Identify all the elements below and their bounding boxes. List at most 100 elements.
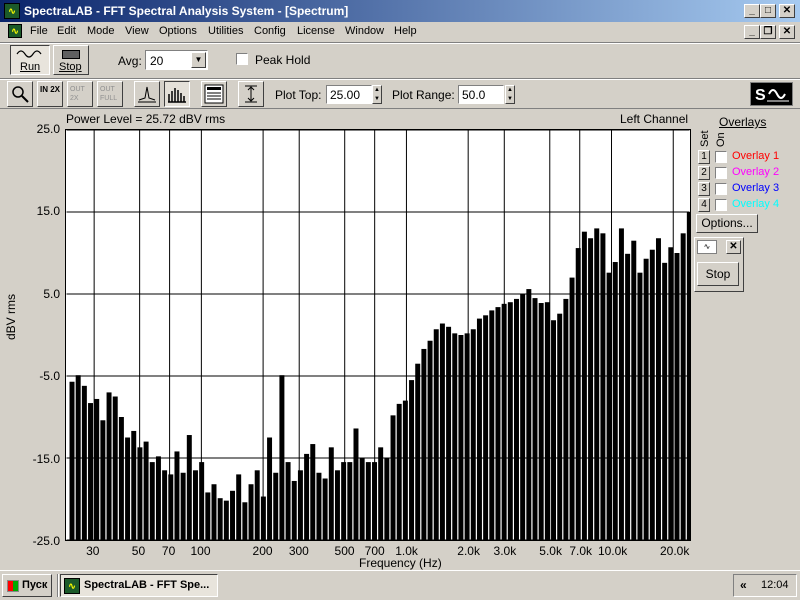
plot-range-label: Plot Range: xyxy=(392,88,455,102)
overlay-set-button[interactable]: 3 xyxy=(698,182,710,196)
zoom-full-button[interactable]: OUT FULL xyxy=(97,81,123,107)
divider xyxy=(0,108,800,109)
y-tick-label: -5.0 xyxy=(39,369,60,384)
spectrum-bar xyxy=(69,381,75,540)
run-button[interactable]: Run xyxy=(10,45,50,75)
line-plot-button[interactable] xyxy=(134,81,160,107)
menu-view[interactable]: View xyxy=(125,25,149,37)
spectrum-bar xyxy=(143,441,149,540)
menu-edit[interactable]: Edit xyxy=(57,25,76,37)
menu-options[interactable]: Options xyxy=(159,25,197,37)
spectrum-bar xyxy=(131,430,137,540)
y-tick-label: 5.0 xyxy=(43,286,60,301)
peak-hold-label: Peak Hold xyxy=(255,53,311,67)
spectrum-bar xyxy=(390,415,396,540)
mdi-close-icon[interactable]: ✕ xyxy=(779,25,795,39)
overlays-title: Overlays xyxy=(719,115,767,129)
spectrum-bar xyxy=(501,303,507,540)
mdi-restore-icon[interactable]: ❐ xyxy=(760,25,776,39)
plot-top-spinner[interactable]: ▲ ▼ xyxy=(372,85,382,104)
plot-top-input[interactable]: 25.00 xyxy=(326,85,372,104)
mini-stop-button[interactable]: Stop xyxy=(697,262,739,286)
display-settings-button[interactable] xyxy=(201,81,227,107)
menu-mode[interactable]: Mode xyxy=(87,25,115,37)
overlay-options-button[interactable]: Options... xyxy=(696,214,758,233)
spectrum-bar xyxy=(359,458,365,540)
zoom-in-2x-button[interactable]: IN 2X xyxy=(37,81,63,107)
taskbar-task-spectralab[interactable]: ∿ SpectraLAB - FFT Spe... xyxy=(60,574,218,597)
zoom-out-2x-button[interactable]: OUT 2X xyxy=(67,81,93,107)
channel-label: Left Channel xyxy=(620,112,689,126)
x-tick-label: 3.0k xyxy=(493,544,517,558)
spectrum-bar xyxy=(328,447,334,540)
spectrum-bars xyxy=(69,212,690,540)
peak-hold-checkbox[interactable] xyxy=(236,53,248,65)
overlay-on-checkbox[interactable] xyxy=(715,183,727,195)
zoom-tool-button[interactable] xyxy=(7,81,33,107)
windows-logo-icon xyxy=(7,580,19,592)
close-icon[interactable]: ✕ xyxy=(779,4,795,18)
spectrum-bar xyxy=(149,462,155,540)
minimize-icon[interactable]: _ xyxy=(744,4,760,18)
mdi-minimize-icon[interactable]: _ xyxy=(744,25,760,39)
x-tick-label: 300 xyxy=(288,544,309,558)
spectrum-bar xyxy=(106,392,112,540)
divider xyxy=(0,43,800,44)
spectrum-bar xyxy=(551,320,557,540)
spectrum-bar xyxy=(439,323,445,540)
overlay-on-checkbox[interactable] xyxy=(715,199,727,211)
x-tick-label: 100 xyxy=(190,544,211,558)
document-icon[interactable]: ∿ xyxy=(8,24,22,38)
stop-icon xyxy=(62,50,80,59)
menu-help[interactable]: Help xyxy=(394,25,417,37)
menu-license[interactable]: License xyxy=(297,25,335,37)
chevron-down-icon[interactable]: ▼ xyxy=(191,52,206,68)
spectrum-bar xyxy=(162,470,168,540)
taskbar: Пуск ∿ SpectraLAB - FFT Spe... « 12:04 xyxy=(0,570,800,600)
menu-window[interactable]: Window xyxy=(345,25,384,37)
tray-expand-icon[interactable]: « xyxy=(740,578,747,592)
spectrum-bar xyxy=(81,385,87,540)
plot-top-label: Plot Top: xyxy=(275,88,322,102)
avg-select[interactable]: 20 ▼ xyxy=(145,50,208,70)
clock: 12:04 xyxy=(761,579,789,591)
y-tick-label: -15.0 xyxy=(32,451,60,466)
zoom-in-icon: IN 2X xyxy=(40,85,61,94)
spectrum-bar xyxy=(347,462,353,540)
overlay-set-button[interactable]: 2 xyxy=(698,166,710,180)
spectrum-bar xyxy=(236,474,242,540)
overlay-set-button[interactable]: 1 xyxy=(698,150,710,164)
menu-utilities[interactable]: Utilities xyxy=(208,25,243,37)
bar-plot-button[interactable] xyxy=(164,81,190,107)
x-tick-label: 10.0k xyxy=(597,544,628,558)
plot-range-spinner[interactable]: ▲ ▼ xyxy=(505,85,515,104)
overlay-on-checkbox[interactable] xyxy=(715,151,727,163)
spectrum-bar xyxy=(513,298,519,540)
maximize-icon[interactable]: □ xyxy=(760,4,776,18)
start-button[interactable]: Пуск xyxy=(2,574,52,597)
overlay-set-button[interactable]: 4 xyxy=(698,198,710,212)
overlay-on-checkbox[interactable] xyxy=(715,167,727,179)
spectrum-bar xyxy=(396,403,402,540)
overlay-label: Overlay 1 xyxy=(732,150,780,162)
overlay-label: Overlay 3 xyxy=(732,182,780,194)
spectrum-bar xyxy=(476,318,482,540)
spectrum-bar xyxy=(544,302,550,540)
close-icon[interactable]: ✕ xyxy=(726,240,741,254)
divider xyxy=(0,79,800,80)
spectrum-bar xyxy=(353,428,359,540)
spectrum-plot[interactable] xyxy=(65,129,691,541)
spectrum-bar xyxy=(483,315,489,540)
signal-generator-button[interactable]: S xyxy=(750,82,793,106)
spectrum-bar xyxy=(100,420,106,540)
menu-file[interactable]: File xyxy=(30,25,48,37)
spectrum-bar xyxy=(304,453,310,540)
spectrum-bar xyxy=(279,375,285,540)
start-label: Пуск xyxy=(22,579,48,591)
menu-config[interactable]: Config xyxy=(254,25,286,37)
plot-range-input[interactable]: 50.0 xyxy=(458,85,504,104)
spectrum-bar xyxy=(260,496,266,540)
stop-button[interactable]: Stop xyxy=(53,45,89,75)
spectrum-bar xyxy=(334,470,340,540)
vertical-scale-button[interactable] xyxy=(238,81,264,107)
